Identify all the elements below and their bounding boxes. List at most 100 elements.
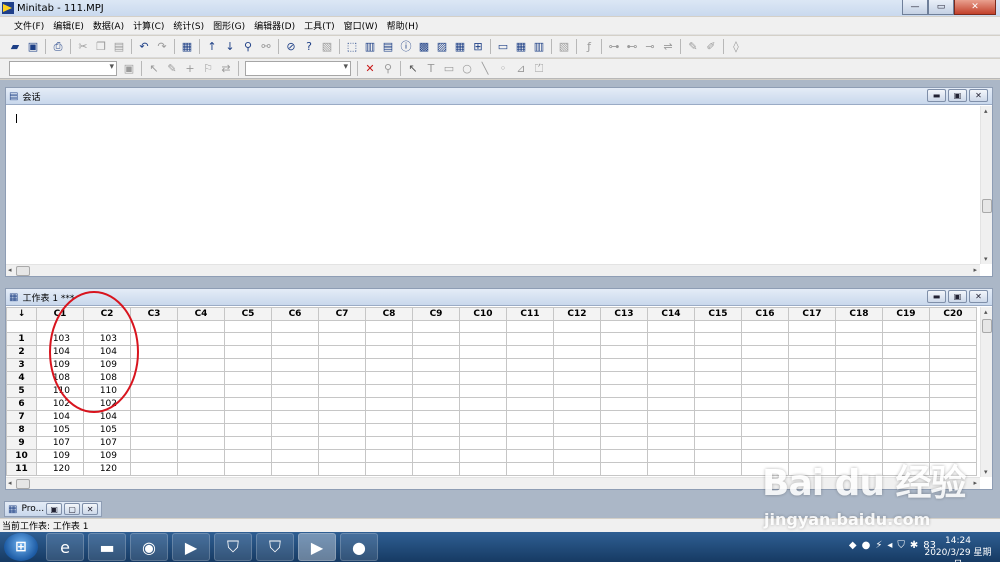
empty-cell[interactable] [412,345,460,359]
empty-cell[interactable] [882,371,930,385]
empty-cell[interactable] [882,332,930,346]
empty-cell[interactable] [224,371,272,385]
info-icon[interactable]: ⓘ [398,39,414,55]
undo-icon[interactable]: ↶ [136,39,152,55]
empty-cell[interactable] [647,436,695,450]
cell-c2[interactable]: 110 [83,384,131,398]
show-graphs-icon[interactable]: ▤ [380,39,396,55]
empty-cell[interactable] [271,423,319,437]
scroll-up-arrow-icon[interactable]: ▴ [984,308,988,316]
empty-cell[interactable] [459,462,507,476]
empty-cell[interactable] [694,449,742,463]
menu-calc[interactable]: 计算(C) [133,19,164,32]
empty-cell[interactable] [882,423,930,437]
session-horizontal-scrollbar[interactable]: ◂ ▸ [6,264,980,276]
empty-cell[interactable] [130,345,178,359]
empty-cell[interactable] [553,332,601,346]
column-name-cell[interactable] [741,320,789,333]
empty-cell[interactable] [365,436,413,450]
empty-cell[interactable] [177,332,225,346]
empty-cell[interactable] [271,397,319,411]
empty-cell[interactable] [412,449,460,463]
empty-cell[interactable] [224,410,272,424]
cell-c2[interactable]: 104 [83,410,131,424]
restore-button[interactable]: ▭ [928,0,954,15]
rectangle-tool-icon[interactable]: ▭ [441,61,457,77]
column-header[interactable]: C20 [929,307,977,321]
empty-cell[interactable] [788,358,836,372]
empty-cell[interactable] [177,436,225,450]
tray-shield-icon[interactable]: ⛉ [897,540,905,551]
empty-cell[interactable] [647,410,695,424]
swap-icon[interactable]: ⇄ [218,61,234,77]
cell-c2[interactable]: 108 [83,371,131,385]
empty-cell[interactable] [459,345,507,359]
cell-c1[interactable]: 109 [36,358,84,372]
worksheet-close-button[interactable]: ✕ [969,290,988,303]
eraser-icon[interactable]: ◊ [728,39,744,55]
session-restore-button[interactable]: ▣ [948,89,967,102]
close-button[interactable]: ✕ [954,0,996,15]
empty-cell[interactable] [694,332,742,346]
empty-cell[interactable] [929,371,977,385]
empty-cell[interactable] [412,462,460,476]
column-header[interactable]: C10 [459,307,507,321]
empty-cell[interactable] [694,384,742,398]
empty-cell[interactable] [600,358,648,372]
empty-cell[interactable] [130,384,178,398]
session-vertical-scroll-thumb[interactable] [982,199,992,213]
delete-x-icon[interactable]: ✕ [362,61,378,77]
empty-cell[interactable] [506,423,554,437]
cell-c2[interactable]: 107 [83,436,131,450]
empty-cell[interactable] [647,397,695,411]
empty-cell[interactable] [459,423,507,437]
empty-cell[interactable] [412,436,460,450]
empty-cell[interactable] [741,371,789,385]
empty-cell[interactable] [741,423,789,437]
column-header[interactable]: C9 [412,307,460,321]
ie-icon[interactable]: e [46,533,84,561]
worksheet-vertical-scrollbar[interactable]: ▴ ▾ [980,307,992,477]
column-name-cell[interactable] [553,320,601,333]
line-tool-icon[interactable]: ╲ [477,61,493,77]
empty-cell[interactable] [600,345,648,359]
empty-cell[interactable] [318,410,366,424]
data-direction-arrow[interactable]: ↓ [6,307,37,321]
column-header[interactable]: C19 [882,307,930,321]
taskbar-clock[interactable]: 14:24 2020/3/29 星期日 [922,535,994,562]
minimized-maximize-button[interactable]: ▢ [64,503,81,515]
layout-icon[interactable]: ⊞ [470,39,486,55]
row-number[interactable]: 4 [6,371,37,385]
brush-icon[interactable]: ✎ [685,39,701,55]
column-header[interactable]: C6 [271,307,319,321]
menu-edit[interactable]: 编辑(E) [53,19,84,32]
empty-cell[interactable] [506,462,554,476]
tray-network-icon[interactable]: ⚡ [875,540,882,551]
empty-cell[interactable] [224,462,272,476]
scroll-down-arrow-icon[interactable]: ▾ [984,468,988,476]
empty-cell[interactable] [553,436,601,450]
row-number[interactable]: 3 [6,358,37,372]
empty-cell[interactable] [694,358,742,372]
column-header[interactable]: C1 [36,307,84,321]
menu-help[interactable]: 帮助(H) [387,19,419,32]
column-name-cell[interactable] [177,320,225,333]
open-icon[interactable]: ▰ [7,39,23,55]
empty-cell[interactable] [882,384,930,398]
empty-cell[interactable] [553,410,601,424]
empty-cell[interactable] [412,358,460,372]
print-icon[interactable]: ⎙ [50,39,66,55]
empty-cell[interactable] [929,358,977,372]
empty-cell[interactable] [788,371,836,385]
empty-cell[interactable] [835,423,883,437]
empty-cell[interactable] [130,462,178,476]
empty-cell[interactable] [365,358,413,372]
column-name-cell[interactable] [882,320,930,333]
empty-cell[interactable] [271,462,319,476]
empty-cell[interactable] [130,449,178,463]
empty-cell[interactable] [647,332,695,346]
empty-cell[interactable] [788,436,836,450]
empty-cell[interactable] [365,462,413,476]
scroll-right-arrow-icon[interactable]: ▸ [973,479,977,487]
menu-data[interactable]: 数据(A) [93,19,124,32]
